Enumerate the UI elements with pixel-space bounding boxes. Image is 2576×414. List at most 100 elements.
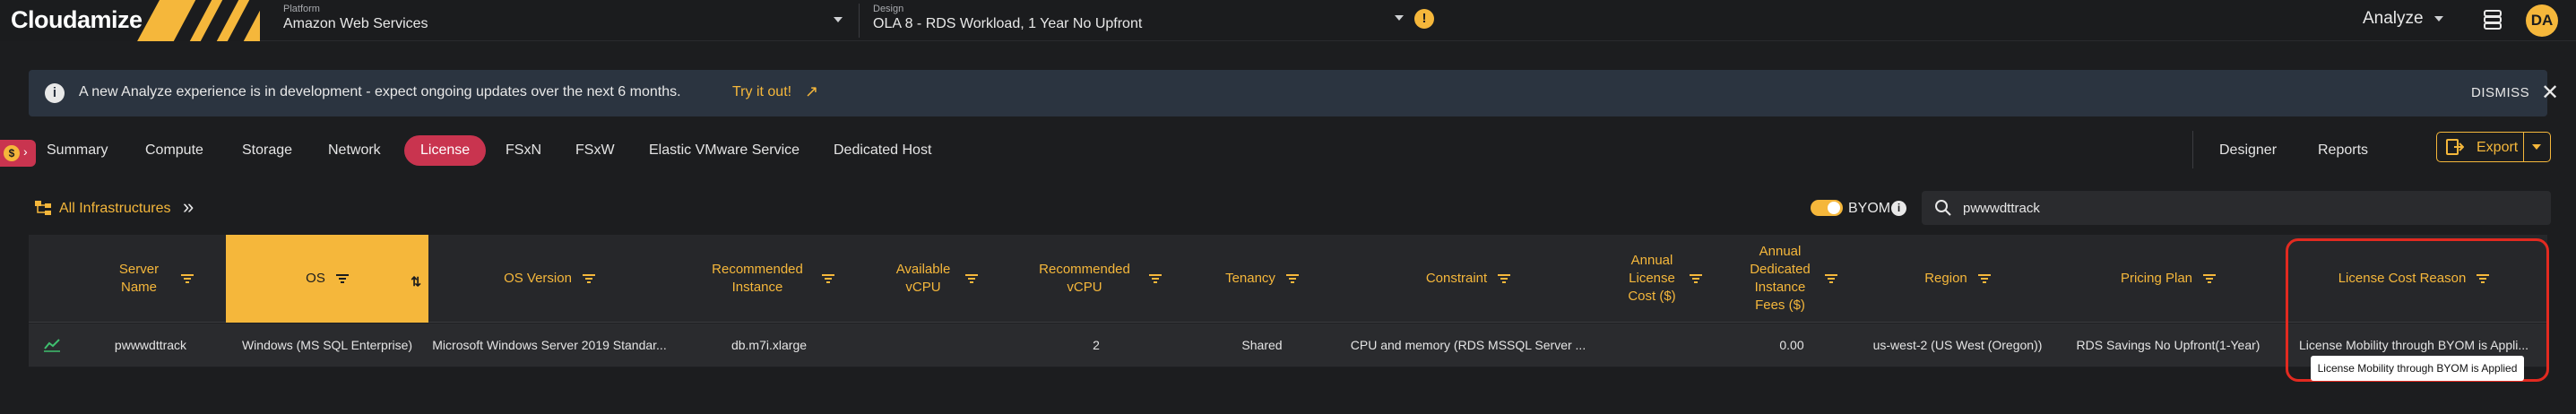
export-button[interactable]: Export bbox=[2436, 132, 2551, 162]
column-header-recommended-vcpu[interactable]: Recommended vCPU bbox=[1002, 235, 1190, 323]
tab-compute[interactable]: Compute bbox=[145, 135, 203, 166]
column-label: Recommended vCPU bbox=[1039, 262, 1130, 295]
logo-text: Cloudamize bbox=[11, 6, 143, 33]
row-icon-column bbox=[29, 235, 75, 323]
divider bbox=[2523, 133, 2524, 161]
platform-chevron-down-icon[interactable] bbox=[834, 17, 843, 22]
export-label: Export bbox=[2477, 140, 2519, 155]
cell-server-name: pwwwdttrack bbox=[114, 338, 187, 352]
platform-value: Amazon Web Services bbox=[283, 16, 428, 31]
column-header-os-version[interactable]: OS Version bbox=[428, 235, 670, 323]
design-select[interactable]: Design OLA 8 - RDS Workload, 1 Year No U… bbox=[873, 4, 1142, 38]
column-header-pricing-plan[interactable]: Pricing Plan bbox=[2056, 235, 2280, 323]
analyze-chevron-down-icon[interactable] bbox=[2434, 16, 2443, 22]
chevron-right-icon: › bbox=[23, 144, 28, 159]
column-label: OS bbox=[306, 271, 325, 286]
column-label: Annual License Cost ($) bbox=[1628, 253, 1676, 304]
column-label: Available vCPU bbox=[895, 262, 951, 295]
filter-icon[interactable] bbox=[1690, 274, 1702, 283]
filter-icon[interactable] bbox=[1285, 274, 1299, 283]
filter-icon[interactable] bbox=[582, 274, 595, 283]
column-header-os[interactable]: OS ⇅ bbox=[226, 235, 428, 323]
divider bbox=[2192, 131, 2193, 168]
logo[interactable]: Cloudamize bbox=[0, 0, 260, 41]
column-label: Tenancy bbox=[1225, 271, 1275, 286]
designer-link[interactable]: Designer bbox=[2219, 142, 2277, 159]
hierarchy-icon bbox=[35, 201, 51, 215]
divider bbox=[859, 4, 860, 38]
toggle-knob bbox=[1828, 202, 1840, 214]
export-icon bbox=[2446, 139, 2464, 155]
column-label: Pricing Plan bbox=[2120, 271, 2193, 286]
dismiss-button[interactable]: DISMISS bbox=[2471, 85, 2529, 100]
table-header: Server Name OS ⇅ OS Version Recommended … bbox=[29, 235, 2547, 323]
announcement-banner: i A new Analyze experience is in develop… bbox=[29, 70, 2559, 116]
line-chart-icon[interactable] bbox=[43, 338, 61, 352]
cell-os: Windows (MS SQL Enterprise) bbox=[241, 338, 413, 352]
info-icon[interactable]: i bbox=[1891, 201, 1906, 216]
export-chevron-down-icon[interactable] bbox=[2532, 144, 2541, 150]
column-label: Region bbox=[1924, 271, 1967, 286]
top-bar: Cloudamize Platform Amazon Web Services … bbox=[0, 0, 2576, 41]
cell-tenancy: Shared bbox=[1241, 338, 1283, 352]
filter-icon[interactable] bbox=[1149, 274, 1162, 283]
column-header-annual-license-cost[interactable]: Annual License Cost ($) bbox=[1603, 235, 1725, 323]
reports-link[interactable]: Reports bbox=[2318, 142, 2368, 159]
filter-icon[interactable] bbox=[335, 274, 349, 283]
column-header-recommended-instance[interactable]: Recommended Instance bbox=[670, 235, 868, 323]
design-chevron-down-icon[interactable] bbox=[1395, 15, 1404, 21]
column-label: OS Version bbox=[504, 271, 572, 286]
column-header-tenancy[interactable]: Tenancy bbox=[1190, 235, 1334, 323]
try-it-out-link[interactable]: Try it out! bbox=[732, 84, 791, 100]
tab-summary[interactable]: Summary bbox=[47, 135, 108, 166]
column-header-server-name[interactable]: Server Name bbox=[75, 235, 226, 323]
column-label: Server Name bbox=[118, 262, 160, 295]
column-header-annual-dedicated-instance-fees[interactable]: Annual Dedicated Instance Fees ($) bbox=[1725, 235, 1859, 323]
filter-icon[interactable] bbox=[965, 274, 978, 283]
banner-text: A new Analyze experience is in developme… bbox=[79, 84, 681, 99]
database-icon[interactable] bbox=[2483, 9, 2503, 30]
column-label: Constraint bbox=[1425, 271, 1488, 286]
column-label: Annual Dedicated Instance Fees ($) bbox=[1750, 244, 1811, 313]
filter-icon[interactable] bbox=[181, 274, 194, 283]
filter-icon[interactable] bbox=[2203, 274, 2217, 283]
cost-side-tab[interactable]: $ › bbox=[0, 140, 36, 167]
license-table: Server Name OS ⇅ OS Version Recommended … bbox=[29, 235, 2547, 367]
avatar[interactable]: DA bbox=[2526, 4, 2558, 37]
platform-select[interactable]: Platform Amazon Web Services bbox=[283, 4, 428, 38]
tab-fsxw[interactable]: FSxW bbox=[575, 135, 615, 166]
cell-region: us-west-2 (US West (Oregon)) bbox=[1872, 338, 2043, 352]
search-input[interactable] bbox=[1963, 198, 2501, 218]
byom-toggle[interactable] bbox=[1811, 200, 1843, 216]
cell-available-vcpu bbox=[868, 323, 1002, 367]
info-icon[interactable]: ! bbox=[1414, 9, 1434, 29]
column-header-region[interactable]: Region bbox=[1859, 235, 2056, 323]
dollar-coin-icon: $ bbox=[4, 145, 20, 161]
external-arrow-icon[interactable]: ↗ bbox=[805, 82, 818, 101]
filter-icon[interactable] bbox=[1498, 274, 1511, 283]
filter-icon[interactable] bbox=[1977, 274, 1991, 283]
tab-network[interactable]: Network bbox=[328, 135, 381, 166]
tab-license[interactable]: License bbox=[404, 135, 487, 166]
column-header-constraint[interactable]: Constraint bbox=[1334, 235, 1603, 323]
search-box[interactable] bbox=[1922, 191, 2551, 225]
tab-dedicated-host[interactable]: Dedicated Host bbox=[834, 135, 931, 166]
info-icon: i bbox=[45, 83, 65, 103]
cell-annual-license-cost bbox=[1603, 323, 1725, 367]
sort-icon[interactable]: ⇅ bbox=[411, 272, 421, 290]
tab-fsxn[interactable]: FSxN bbox=[506, 135, 541, 166]
filter-icon[interactable] bbox=[822, 274, 834, 283]
tab-storage[interactable]: Storage bbox=[242, 135, 292, 166]
column-label: Recommended Instance bbox=[712, 262, 803, 295]
analyze-menu[interactable]: Analyze bbox=[2363, 9, 2424, 29]
design-value: OLA 8 - RDS Workload, 1 Year No Upfront bbox=[873, 16, 1143, 31]
table-row[interactable]: pwwwdttrack Windows (MS SQL Enterprise) … bbox=[29, 323, 2547, 367]
filter-icon[interactable] bbox=[1825, 274, 1837, 283]
breadcrumb[interactable]: All Infrastructures bbox=[59, 201, 170, 217]
tab-elastic-vmware-service[interactable]: Elastic VMware Service bbox=[649, 135, 800, 166]
double-chevron-right-icon[interactable]: » bbox=[183, 195, 194, 219]
column-header-available-vcpu[interactable]: Available vCPU bbox=[868, 235, 1002, 323]
byom-label: BYOM bbox=[1848, 201, 1891, 216]
cell-constraint: CPU and memory (RDS MSSQL Server ... bbox=[1350, 338, 1586, 352]
close-icon[interactable]: ✕ bbox=[2541, 80, 2559, 106]
